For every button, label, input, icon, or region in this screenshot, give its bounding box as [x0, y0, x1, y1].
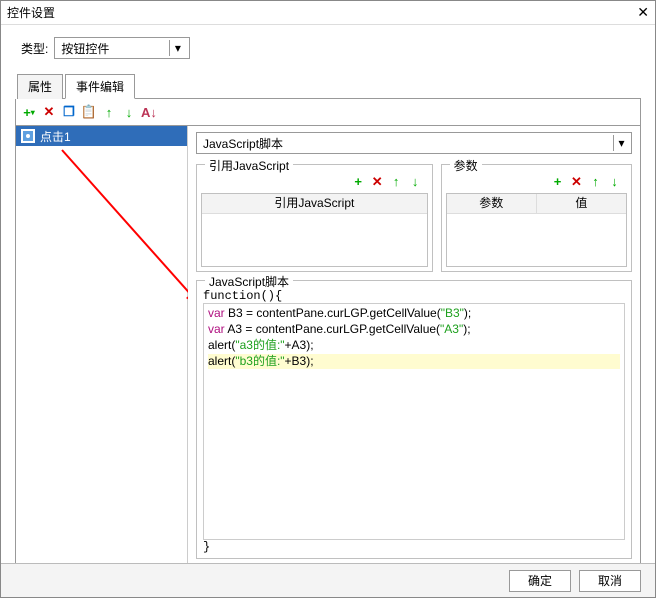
- tab-strip: 属性 事件编辑: [17, 73, 641, 99]
- up-icon[interactable]: ↑: [100, 103, 118, 121]
- code-editor[interactable]: var B3 = contentPane.curLGP.getCellValue…: [203, 303, 625, 540]
- up-icon[interactable]: ↑: [388, 173, 405, 190]
- workarea: 点击1 JavaScript脚本 ▾ 引用JavaScript + ✕ ↑: [15, 126, 641, 564]
- sort-icon[interactable]: A↓: [140, 103, 158, 121]
- type-value: 按钮控件: [61, 40, 109, 57]
- event-list: 点击1: [16, 126, 188, 563]
- ref-col1: 引用JavaScript: [202, 194, 427, 213]
- window-title: 控件设置: [7, 4, 55, 21]
- content: 类型: 按钮控件 ▾ 属性 事件编辑 +▾ ✕ ❐ 📋 ↑ ↓ A↓ 点击1: [1, 25, 655, 572]
- code-legend: JavaScript脚本: [205, 273, 293, 290]
- param-grid-head: 参数 值: [447, 194, 626, 214]
- param-fieldset: 参数 + ✕ ↑ ↓ 参数 值: [441, 164, 632, 272]
- param-toolbar: + ✕ ↑ ↓: [446, 173, 627, 193]
- ref-js-fieldset: 引用JavaScript + ✕ ↑ ↓ 引用JavaScript: [196, 164, 433, 272]
- script-type-select[interactable]: JavaScript脚本 ▾: [196, 132, 632, 154]
- add-icon[interactable]: +: [549, 173, 566, 190]
- param-legend: 参数: [450, 157, 482, 174]
- event-label: 点击1: [40, 128, 71, 145]
- ok-button[interactable]: 确定: [509, 570, 571, 592]
- close-icon[interactable]: ✕: [637, 4, 649, 21]
- tab-properties[interactable]: 属性: [17, 74, 63, 99]
- chevron-down-icon: ▾: [169, 40, 185, 56]
- event-toolbar: +▾ ✕ ❐ 📋 ↑ ↓ A↓: [15, 99, 641, 126]
- delete-icon[interactable]: ✕: [369, 173, 386, 190]
- right-panel: JavaScript脚本 ▾ 引用JavaScript + ✕ ↑ ↓ 引用Ja…: [188, 126, 640, 563]
- param-col1: 参数: [447, 194, 537, 213]
- ref-legend: 引用JavaScript: [205, 157, 293, 174]
- code-header: function(){: [203, 289, 625, 303]
- tab-events[interactable]: 事件编辑: [65, 74, 135, 99]
- footer: 确定 取消: [1, 563, 655, 597]
- fieldset-row: 引用JavaScript + ✕ ↑ ↓ 引用JavaScript 参数: [196, 164, 632, 272]
- ref-grid[interactable]: 引用JavaScript: [201, 193, 428, 267]
- ref-toolbar: + ✕ ↑ ↓: [201, 173, 428, 193]
- titlebar: 控件设置 ✕: [1, 1, 655, 25]
- cancel-button[interactable]: 取消: [579, 570, 641, 592]
- ref-grid-head: 引用JavaScript: [202, 194, 427, 214]
- add-icon[interactable]: +: [350, 173, 367, 190]
- type-select[interactable]: 按钮控件 ▾: [54, 37, 190, 59]
- delete-icon[interactable]: ✕: [40, 103, 58, 121]
- param-col2: 值: [537, 194, 626, 213]
- type-row: 类型: 按钮控件 ▾: [21, 37, 641, 59]
- event-icon: [21, 129, 35, 143]
- down-icon[interactable]: ↓: [407, 173, 424, 190]
- paste-icon[interactable]: 📋: [80, 103, 98, 121]
- copy-icon[interactable]: ❐: [60, 103, 78, 121]
- annotation-arrow: [16, 126, 188, 564]
- code-footer: }: [203, 540, 625, 554]
- event-item-click1[interactable]: 点击1: [16, 126, 187, 146]
- add-icon[interactable]: +▾: [20, 103, 38, 121]
- chevron-down-icon: ▾: [613, 135, 629, 151]
- type-label: 类型:: [21, 40, 48, 57]
- up-icon[interactable]: ↑: [587, 173, 604, 190]
- down-icon[interactable]: ↓: [120, 103, 138, 121]
- param-grid[interactable]: 参数 值: [446, 193, 627, 267]
- down-icon[interactable]: ↓: [606, 173, 623, 190]
- delete-icon[interactable]: ✕: [568, 173, 585, 190]
- code-fieldset: JavaScript脚本 function(){ var B3 = conten…: [196, 280, 632, 559]
- script-type-value: JavaScript脚本: [203, 135, 283, 152]
